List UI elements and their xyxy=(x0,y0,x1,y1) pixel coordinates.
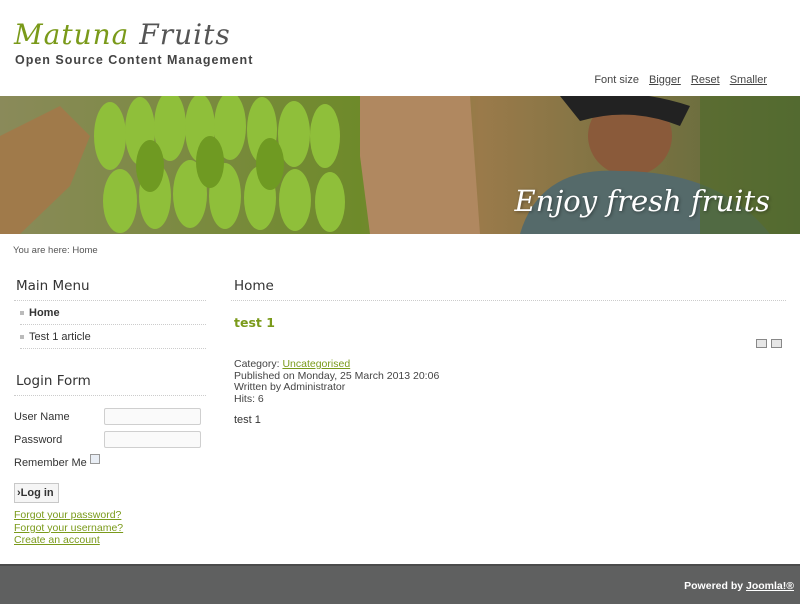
email-icon[interactable] xyxy=(771,339,782,348)
author: Written by Administrator xyxy=(234,381,346,394)
powered-by-label: Powered by xyxy=(684,580,744,592)
login-form: User Name Password Remember Me ›Log in F… xyxy=(14,406,206,547)
print-icon[interactable] xyxy=(756,339,767,348)
password-input[interactable] xyxy=(104,431,201,448)
footer: Powered by Joomla!® xyxy=(0,564,800,604)
powered-by: Powered by Joomla!® xyxy=(684,580,794,592)
remember-me-label: Remember Me xyxy=(14,457,87,469)
breadcrumb: You are here: Home xyxy=(13,245,98,256)
site-tagline: Open Source Content Management xyxy=(15,53,254,67)
font-size-controls: Font size Bigger Reset Smaller xyxy=(587,74,767,86)
joomla-link[interactable]: Joomla!® xyxy=(746,580,794,592)
forgot-username-link[interactable]: Forgot your username? xyxy=(14,522,206,535)
font-smaller-link[interactable]: Smaller xyxy=(730,74,767,86)
page-heading: Home xyxy=(231,276,786,301)
main-content: Home test 1 Category: Uncategorised Publ… xyxy=(231,276,786,426)
site-logo[interactable]: Matuna Fruits xyxy=(14,18,231,51)
article-title[interactable]: test 1 xyxy=(234,315,786,330)
main-menu: Home Test 1 article xyxy=(14,301,206,349)
article-icons xyxy=(752,338,782,351)
banner-slogan: Enjoy fresh fruits xyxy=(514,184,770,218)
username-input[interactable] xyxy=(104,408,201,425)
forgot-password-link[interactable]: Forgot your password? xyxy=(14,509,206,522)
font-size-label: Font size xyxy=(594,74,639,86)
category-link[interactable]: Uncategorised xyxy=(282,358,350,370)
remember-me-checkbox[interactable] xyxy=(90,454,100,464)
main-menu-title: Main Menu xyxy=(14,276,206,301)
create-account-link[interactable]: Create an account xyxy=(14,534,206,547)
hits: Hits: 6 xyxy=(234,392,264,405)
login-form-title: Login Form xyxy=(14,371,206,396)
menu-item-home[interactable]: Home xyxy=(20,301,206,325)
menu-item-test-1-article[interactable]: Test 1 article xyxy=(20,325,206,349)
article-info: Category: Uncategorised Published on Mon… xyxy=(234,358,786,405)
login-button[interactable]: ›Log in xyxy=(14,483,59,503)
username-label: User Name xyxy=(14,411,70,423)
font-bigger-link[interactable]: Bigger xyxy=(649,74,681,86)
logo-part-2: Fruits xyxy=(139,18,231,51)
left-sidebar: Main Menu Home Test 1 article Login Form… xyxy=(14,276,206,547)
category-label: Category: xyxy=(234,358,280,370)
article-body: test 1 xyxy=(234,414,261,427)
password-label: Password xyxy=(14,434,63,446)
font-reset-link[interactable]: Reset xyxy=(691,74,720,86)
logo-part-1: Matuna xyxy=(14,18,130,51)
